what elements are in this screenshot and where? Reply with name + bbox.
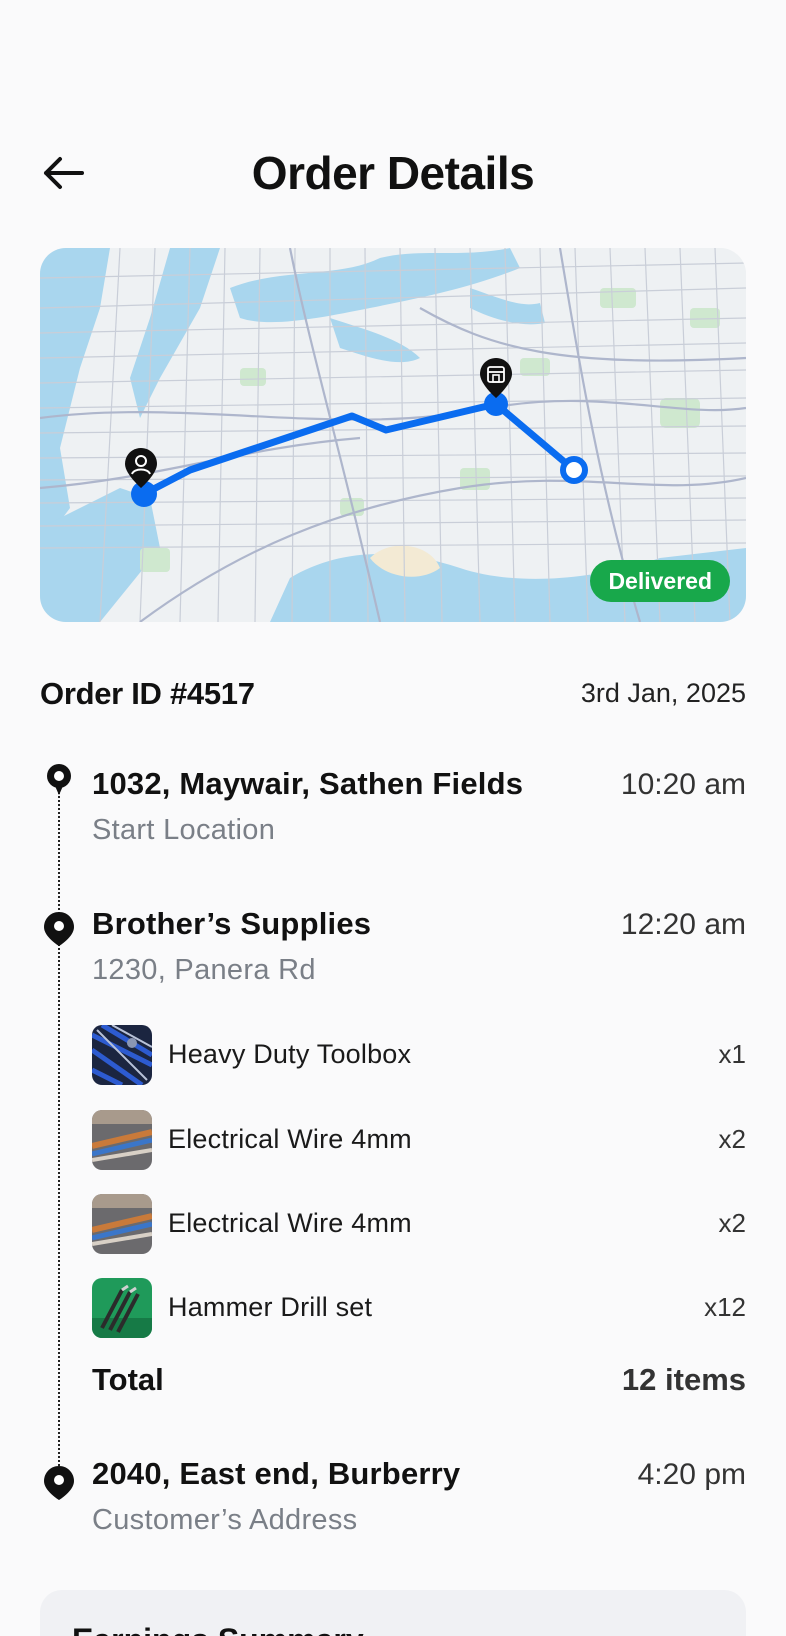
list-item[interactable]: Electrical Wire 4mm x2: [92, 1110, 746, 1170]
pickup-time: 12:20 am: [620, 908, 746, 941]
destination-dot-icon: [560, 456, 588, 484]
pickup-stop: Brother’s Supplies 12:20 am 1230, Panera…: [92, 906, 746, 996]
total-label: Total: [92, 1362, 164, 1397]
status-badge: Delivered: [590, 560, 730, 602]
list-item[interactable]: Heavy Duty Toolbox x1: [92, 1025, 746, 1085]
list-item[interactable]: Hammer Drill set x12: [92, 1278, 746, 1338]
header: Order Details: [0, 140, 786, 204]
pickup-store-name: Brother’s Supplies: [92, 906, 372, 941]
item-quantity: x1: [718, 1039, 746, 1069]
item-name: Electrical Wire 4mm: [168, 1124, 412, 1154]
drill-set-thumbnail: [92, 1278, 152, 1338]
order-id: Order ID #4517: [40, 676, 255, 711]
dropoff-location-icon: [44, 1466, 74, 1500]
wire-thumbnail: [92, 1110, 152, 1170]
item-name: Hammer Drill set: [168, 1292, 373, 1322]
dropoff-label: Customer’s Address: [92, 1504, 358, 1536]
dropoff-address: 2040, East end, Burberry: [92, 1456, 461, 1491]
toolbox-thumbnail: [92, 1025, 152, 1085]
order-summary-row: Order ID #4517 3rd Jan, 2025: [40, 672, 746, 716]
route-map[interactable]: Delivered: [40, 248, 746, 622]
items-total-row: Total 12 items: [92, 1362, 746, 1402]
total-value: 12 items: [621, 1362, 746, 1397]
item-quantity: x12: [704, 1292, 746, 1322]
wire-thumbnail: [92, 1194, 152, 1254]
item-quantity: x2: [718, 1124, 746, 1154]
dropoff-time: 4:20 pm: [637, 1458, 746, 1491]
start-location-icon: [47, 764, 71, 795]
earnings-card[interactable]: Earnings Summary: [40, 1590, 746, 1636]
pickup-location-icon: [44, 912, 74, 946]
order-details-screen: Order Details Delivered Order ID #4517 3…: [0, 0, 786, 1636]
dropoff-stop: 2040, East end, Burberry 4:20 pm Custome…: [92, 1456, 746, 1546]
item-quantity: x2: [718, 1208, 746, 1238]
timeline-connector: [58, 792, 60, 1478]
start-time: 10:20 am: [620, 768, 746, 801]
start-address: 1032, Maywair, Sathen Fields: [92, 766, 524, 801]
item-name: Heavy Duty Toolbox: [168, 1039, 412, 1069]
page-title: Order Details: [251, 147, 535, 199]
start-label: Start Location: [92, 814, 276, 846]
list-item[interactable]: Electrical Wire 4mm x2: [92, 1194, 746, 1254]
start-stop: 1032, Maywair, Sathen Fields 10:20 am St…: [92, 766, 746, 856]
earnings-title: Earnings Summary: [72, 1622, 364, 1636]
order-date: 3rd Jan, 2025: [580, 678, 746, 708]
pickup-address: 1230, Panera Rd: [92, 954, 316, 986]
item-name: Electrical Wire 4mm: [168, 1208, 412, 1238]
